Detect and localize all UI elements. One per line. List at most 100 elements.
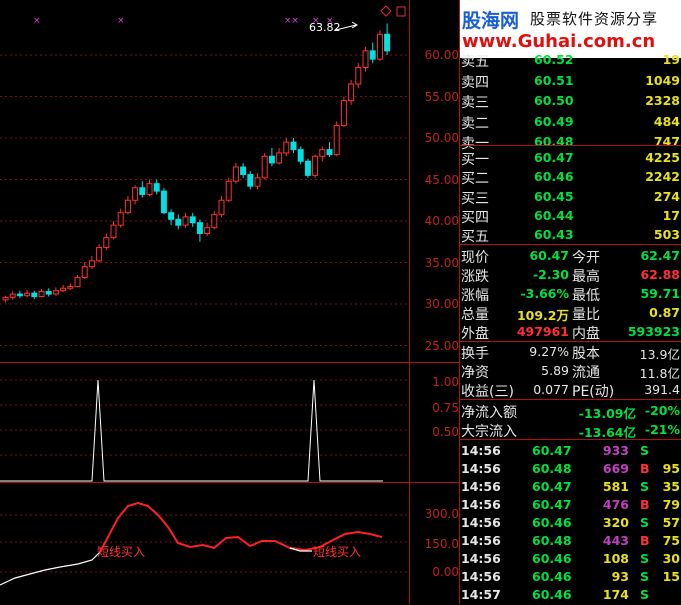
candle-body [254, 177, 261, 187]
flow-label: 大宗流入 [461, 424, 517, 440]
tick-row[interactable]: 14:57 60.46 174 S [460, 587, 681, 605]
candle-body [168, 212, 175, 220]
order-book-label: 买三 [461, 190, 489, 207]
candle-body [261, 155, 268, 179]
order-book-row[interactable]: 买三 60.45 274 [460, 189, 681, 207]
tick-side: S [640, 551, 650, 566]
fundamental-label: PE(动) [572, 384, 615, 400]
order-book-price: 60.51 [534, 72, 574, 88]
fundamental-row: 净资 5.89 流通 11.8亿 [460, 363, 681, 381]
order-book-price: 60.52 [534, 52, 574, 67]
svg-text:×: × [117, 16, 125, 26]
order-book-row[interactable]: 买一 60.47 4225 [460, 150, 681, 168]
ind2-axis-150: 150.0 [424, 537, 459, 551]
candle-body [38, 291, 45, 298]
tick-side: B [640, 533, 650, 548]
tick-price: 60.47 [532, 443, 572, 458]
order-book-price: 60.50 [534, 93, 574, 108]
top-markers: × × ×× × × [33, 16, 334, 26]
tick-volume: 669 [602, 461, 629, 476]
order-book-volume: 274 [653, 188, 680, 204]
flow-label: 净流入额 [461, 405, 517, 421]
order-book-price: 60.47 [534, 150, 574, 165]
candle-body [52, 290, 59, 295]
axis-30: 30.00 [424, 297, 459, 311]
tick-row[interactable]: 14:56 60.46 320 S 57 [460, 515, 681, 533]
order-book-row[interactable]: 卖二 60.49 484 [460, 114, 681, 132]
tick-row[interactable]: 14:56 60.47 581 S 35 [460, 479, 681, 497]
fundamental-value: 391.4 [644, 382, 680, 397]
order-book-row[interactable]: 卖三 60.50 2328 [460, 93, 681, 111]
fundamental-value: 5.89 [541, 363, 569, 378]
window-toggle-icon[interactable] [396, 6, 406, 17]
candle-body [290, 141, 297, 151]
tick-time: 14:56 [461, 515, 501, 530]
axis-35: 35.00 [424, 256, 459, 270]
flow-pct: -20% [644, 403, 680, 418]
chart-area[interactable]: × × ×× × × 63.82 60.00 55.00 50.00 45.00 40… [0, 0, 460, 604]
tick-row[interactable]: 14:56 60.46 108 S 30 [460, 551, 681, 569]
ind2-axis-300: 300.0 [424, 507, 459, 521]
quote-label: 最高 [572, 269, 600, 285]
candle-body [88, 260, 95, 268]
quote-row: 总量 109.2万 量比 0.87 [460, 305, 681, 323]
quote-row: 外盘 497961 内盘 593923 [460, 324, 681, 342]
order-book-row[interactable]: 买二 60.46 2242 [460, 169, 681, 187]
candle-body [146, 183, 153, 195]
tick-row[interactable]: 14:56 60.46 93 S 15 [460, 569, 681, 587]
quote-value: -2.30 [532, 267, 569, 282]
tick-row[interactable]: 14:56 60.47 476 B 79 [460, 497, 681, 515]
candle-body [189, 216, 196, 224]
candle-body [340, 100, 347, 127]
fundamental-label: 净资 [461, 365, 489, 381]
fundamental-row: 收益(三) 0.077 PE(动) 391.4 [460, 382, 681, 400]
tick-volume: 476 [602, 497, 629, 512]
tick-price: 60.47 [532, 479, 572, 494]
axis-55: 55.00 [424, 90, 459, 104]
tick-row[interactable]: 14:56 60.48 669 B 95 [460, 461, 681, 479]
candle-body [232, 166, 239, 182]
tick-side: S [640, 569, 650, 584]
kline-svg[interactable]: × × ×× × × [0, 0, 460, 604]
tick-volume: 443 [602, 533, 629, 548]
tick-price: 60.46 [532, 569, 572, 584]
candle-body [268, 155, 275, 164]
candle-body [81, 266, 88, 278]
candle-body [160, 190, 167, 214]
indicator2-white [0, 551, 101, 586]
order-book-row[interactable]: 买四 60.44 17 [460, 208, 681, 226]
tick-volume: 581 [602, 479, 629, 494]
candle-body [304, 160, 311, 176]
quote-label: 内盘 [572, 326, 600, 342]
order-book-price: 60.43 [534, 227, 574, 243]
candle-body [74, 276, 81, 288]
diamond-icon[interactable] [380, 5, 392, 17]
order-book-label: 卖二 [461, 115, 489, 132]
indicator1-axis: 1.00 0.75 0.50 [410, 363, 460, 482]
flow-row: 净流入额 -13.09亿 -20% [460, 403, 681, 421]
candle-body [369, 50, 376, 60]
order-book-row[interactable]: 卖四 60.51 1049 [460, 73, 681, 91]
tick-time: 14:56 [461, 533, 501, 548]
order-book-price: 60.48 [534, 134, 574, 149]
tick-row[interactable]: 14:56 60.47 933 S [460, 443, 681, 461]
tick-time: 14:56 [461, 461, 501, 476]
candle-body [117, 212, 124, 226]
order-book-row[interactable]: 买五 60.43 503 [460, 227, 681, 245]
tick-row[interactable]: 14:56 60.48 443 B 75 [460, 533, 681, 551]
quote-label: 今开 [572, 250, 600, 266]
quote-value: 109.2万 [516, 308, 569, 323]
order-book-label: 卖五 [461, 54, 489, 70]
ind1-axis-075: 0.75 [432, 401, 459, 415]
order-book-row[interactable]: 卖五 60.52 19 [460, 52, 681, 70]
candle-body [110, 224, 117, 239]
candle-body [2, 296, 9, 301]
ind2-axis-0: 0.00 [432, 565, 459, 579]
candle-body [348, 83, 355, 102]
tick-price: 60.46 [532, 551, 572, 566]
candle-body [24, 292, 31, 297]
axis-60: 60.00 [424, 48, 459, 62]
order-book-volume: 2242 [645, 169, 680, 185]
high-price-label: 63.82 [309, 21, 341, 34]
tick-count: 15 [662, 569, 680, 584]
